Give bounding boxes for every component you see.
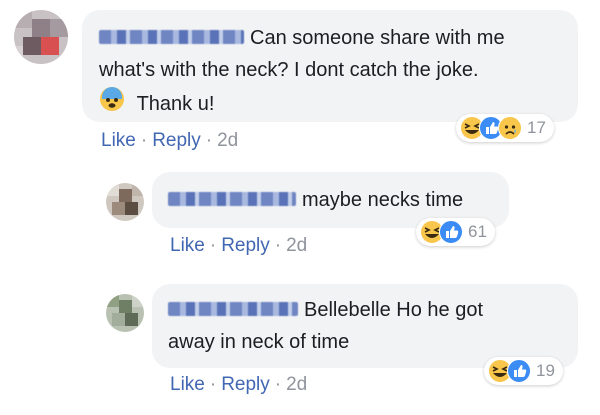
separator: · [274,374,282,395]
commenter-avatar[interactable] [106,294,144,332]
reactions-summary[interactable]: 19 [484,357,563,385]
separator: · [140,130,148,151]
separator: · [209,374,217,395]
comment-actions: Like · Reply · 2d [170,235,307,257]
timestamp[interactable]: 2d [217,130,238,151]
reaction-count: 17 [527,118,546,137]
reply-link[interactable]: Reply [221,374,270,395]
commenter-avatar[interactable] [106,183,144,221]
comment-bubble: Bellebelle Ho he got away in neck of tim… [152,284,578,368]
comment-bubble: Can someone share with me what's with th… [82,10,578,122]
timestamp[interactable]: 2d [286,374,307,395]
like-link[interactable]: Like [101,130,136,151]
commenter-name[interactable] [99,29,244,44]
reply-link[interactable]: Reply [152,130,201,151]
like-icon [439,220,463,244]
comment-actions: Like · Reply · 2d [170,374,307,396]
comment-actions: Like · Reply · 2d [101,130,238,152]
like-link[interactable]: Like [170,374,205,395]
like-link[interactable]: Like [170,235,205,256]
separator: · [274,235,282,256]
commenter-name[interactable] [168,301,298,316]
comment-text: Thank u! [136,93,215,116]
reaction-count: 19 [536,361,555,380]
reactions-summary[interactable]: 17 [456,114,554,142]
reaction-count: 61 [468,222,487,241]
comment-text: what's with the neck? I dont catch the j… [99,59,479,81]
comment-text: Bellebelle Ho he got [304,299,484,321]
reactions-summary[interactable]: 61 [416,218,495,246]
like-icon [507,359,531,383]
timestamp[interactable]: 2d [286,235,307,256]
separator: · [209,235,217,256]
sad-icon [498,116,522,140]
commenter-avatar[interactable] [14,10,68,64]
commenter-name[interactable] [168,191,296,206]
comment-text: away in neck of time [168,331,350,353]
anxious-face-icon [99,86,125,120]
comment-text: maybe necks time [302,189,464,211]
separator: · [205,130,213,151]
reply-link[interactable]: Reply [221,235,270,256]
comment-text: Can someone share with me [250,27,505,49]
